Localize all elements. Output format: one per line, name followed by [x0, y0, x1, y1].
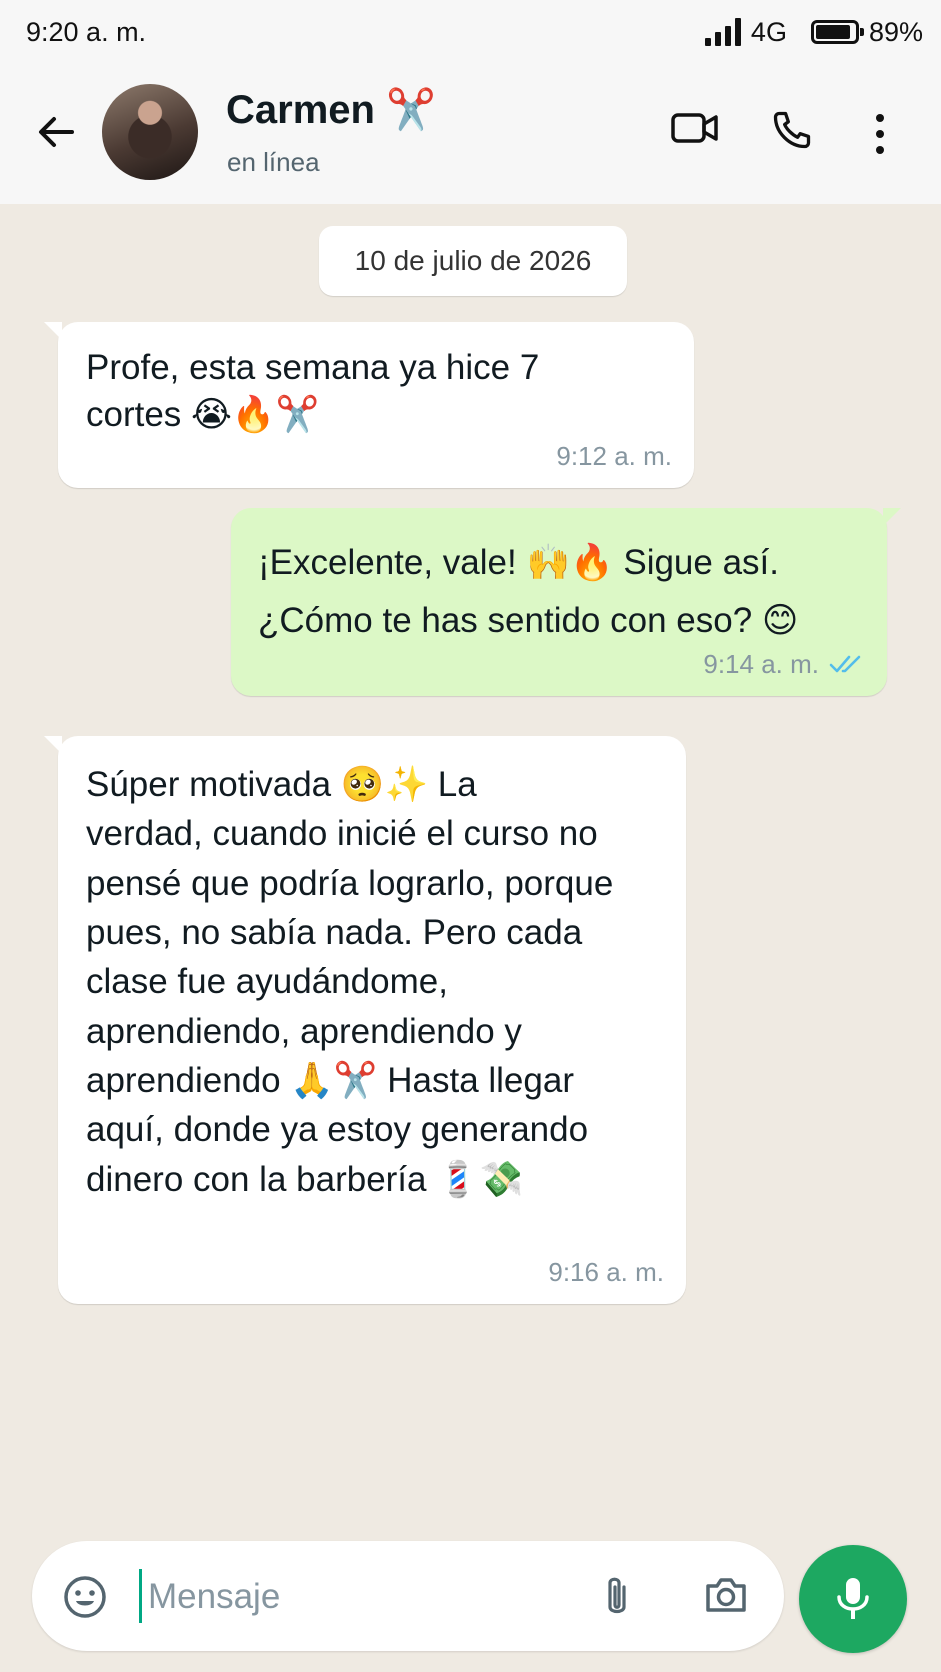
message-bubble-incoming[interactable]: Profe, esta semana ya hice 7 cortes 😭🔥✂️…: [44, 322, 694, 488]
message-time: 9:12 a. m.: [556, 439, 672, 474]
bubble-tail: [883, 508, 901, 526]
message-time-label: 9:12 a. m.: [556, 440, 672, 471]
bubble-tail: [44, 736, 62, 754]
more-options-button[interactable]: [872, 114, 888, 159]
battery-icon: [810, 20, 864, 44]
camera-icon: [706, 1578, 746, 1612]
battery-percent: 89%: [868, 16, 923, 47]
date-separator: 10 de julio de 2026: [319, 226, 627, 296]
video-call-icon: [671, 113, 718, 143]
message-bubble-outgoing[interactable]: ¡Excelente, vale! 🙌🔥 Sigue así. ¿Cómo te…: [231, 508, 901, 696]
network-type: 4G: [750, 16, 787, 47]
battery-level: [815, 25, 850, 39]
read-receipt-icon: [829, 656, 861, 673]
status-time: 9:20 a. m.: [26, 16, 147, 47]
message-time-label: 9:14 a. m.: [703, 648, 819, 679]
message-time-label: 9:16 a. m.: [548, 1256, 664, 1287]
signal-icon: [704, 18, 741, 46]
message-text: Profe, esta semana ya hice 7 cortes 😭🔥✂️: [86, 348, 540, 435]
back-button[interactable]: [34, 110, 78, 154]
chat-area[interactable]: 10 de julio de 2026 Profe, esta semana y…: [0, 204, 941, 1534]
phone-call-icon: [773, 111, 811, 149]
message-text: ¡Excelente, vale! 🙌🔥 Sigue así. ¿Cómo te…: [258, 543, 799, 640]
message-time: 9:14 a. m.: [703, 647, 865, 682]
attach-button[interactable]: [602, 1573, 632, 1626]
bubble-tail: [44, 322, 62, 340]
attach-icon: [608, 1577, 626, 1614]
message-input[interactable]: [146, 1565, 570, 1629]
status-indicators: 4G 89%: [704, 16, 923, 48]
chat-header: Carmen ✂️ en línea: [0, 64, 941, 204]
message-bubble-incoming[interactable]: Súper motivada 🥺✨ La verdad, cuando inic…: [44, 736, 686, 1304]
emoji-icon: [64, 1576, 106, 1618]
camera-button[interactable]: [704, 1575, 748, 1620]
avatar[interactable]: [102, 84, 198, 180]
phone-call-button[interactable]: [770, 108, 814, 157]
status-bar: 9:20 a. m. 4G 89%: [0, 0, 941, 64]
mic-button[interactable]: [799, 1545, 907, 1653]
emoji-button[interactable]: [62, 1574, 108, 1625]
more-options-icon: [876, 114, 884, 154]
text-cursor: [139, 1569, 142, 1623]
contact-status: en línea: [227, 147, 320, 177]
message-text: Súper motivada 🥺✨ La verdad, cuando inic…: [86, 765, 614, 1199]
message-time: 9:16 a. m.: [548, 1255, 664, 1290]
contact-name[interactable]: Carmen ✂️: [226, 86, 436, 133]
mic-icon: [837, 1578, 869, 1619]
video-call-button[interactable]: [670, 108, 720, 153]
back-arrow-icon: [39, 117, 74, 147]
message-composer: [32, 1541, 784, 1651]
